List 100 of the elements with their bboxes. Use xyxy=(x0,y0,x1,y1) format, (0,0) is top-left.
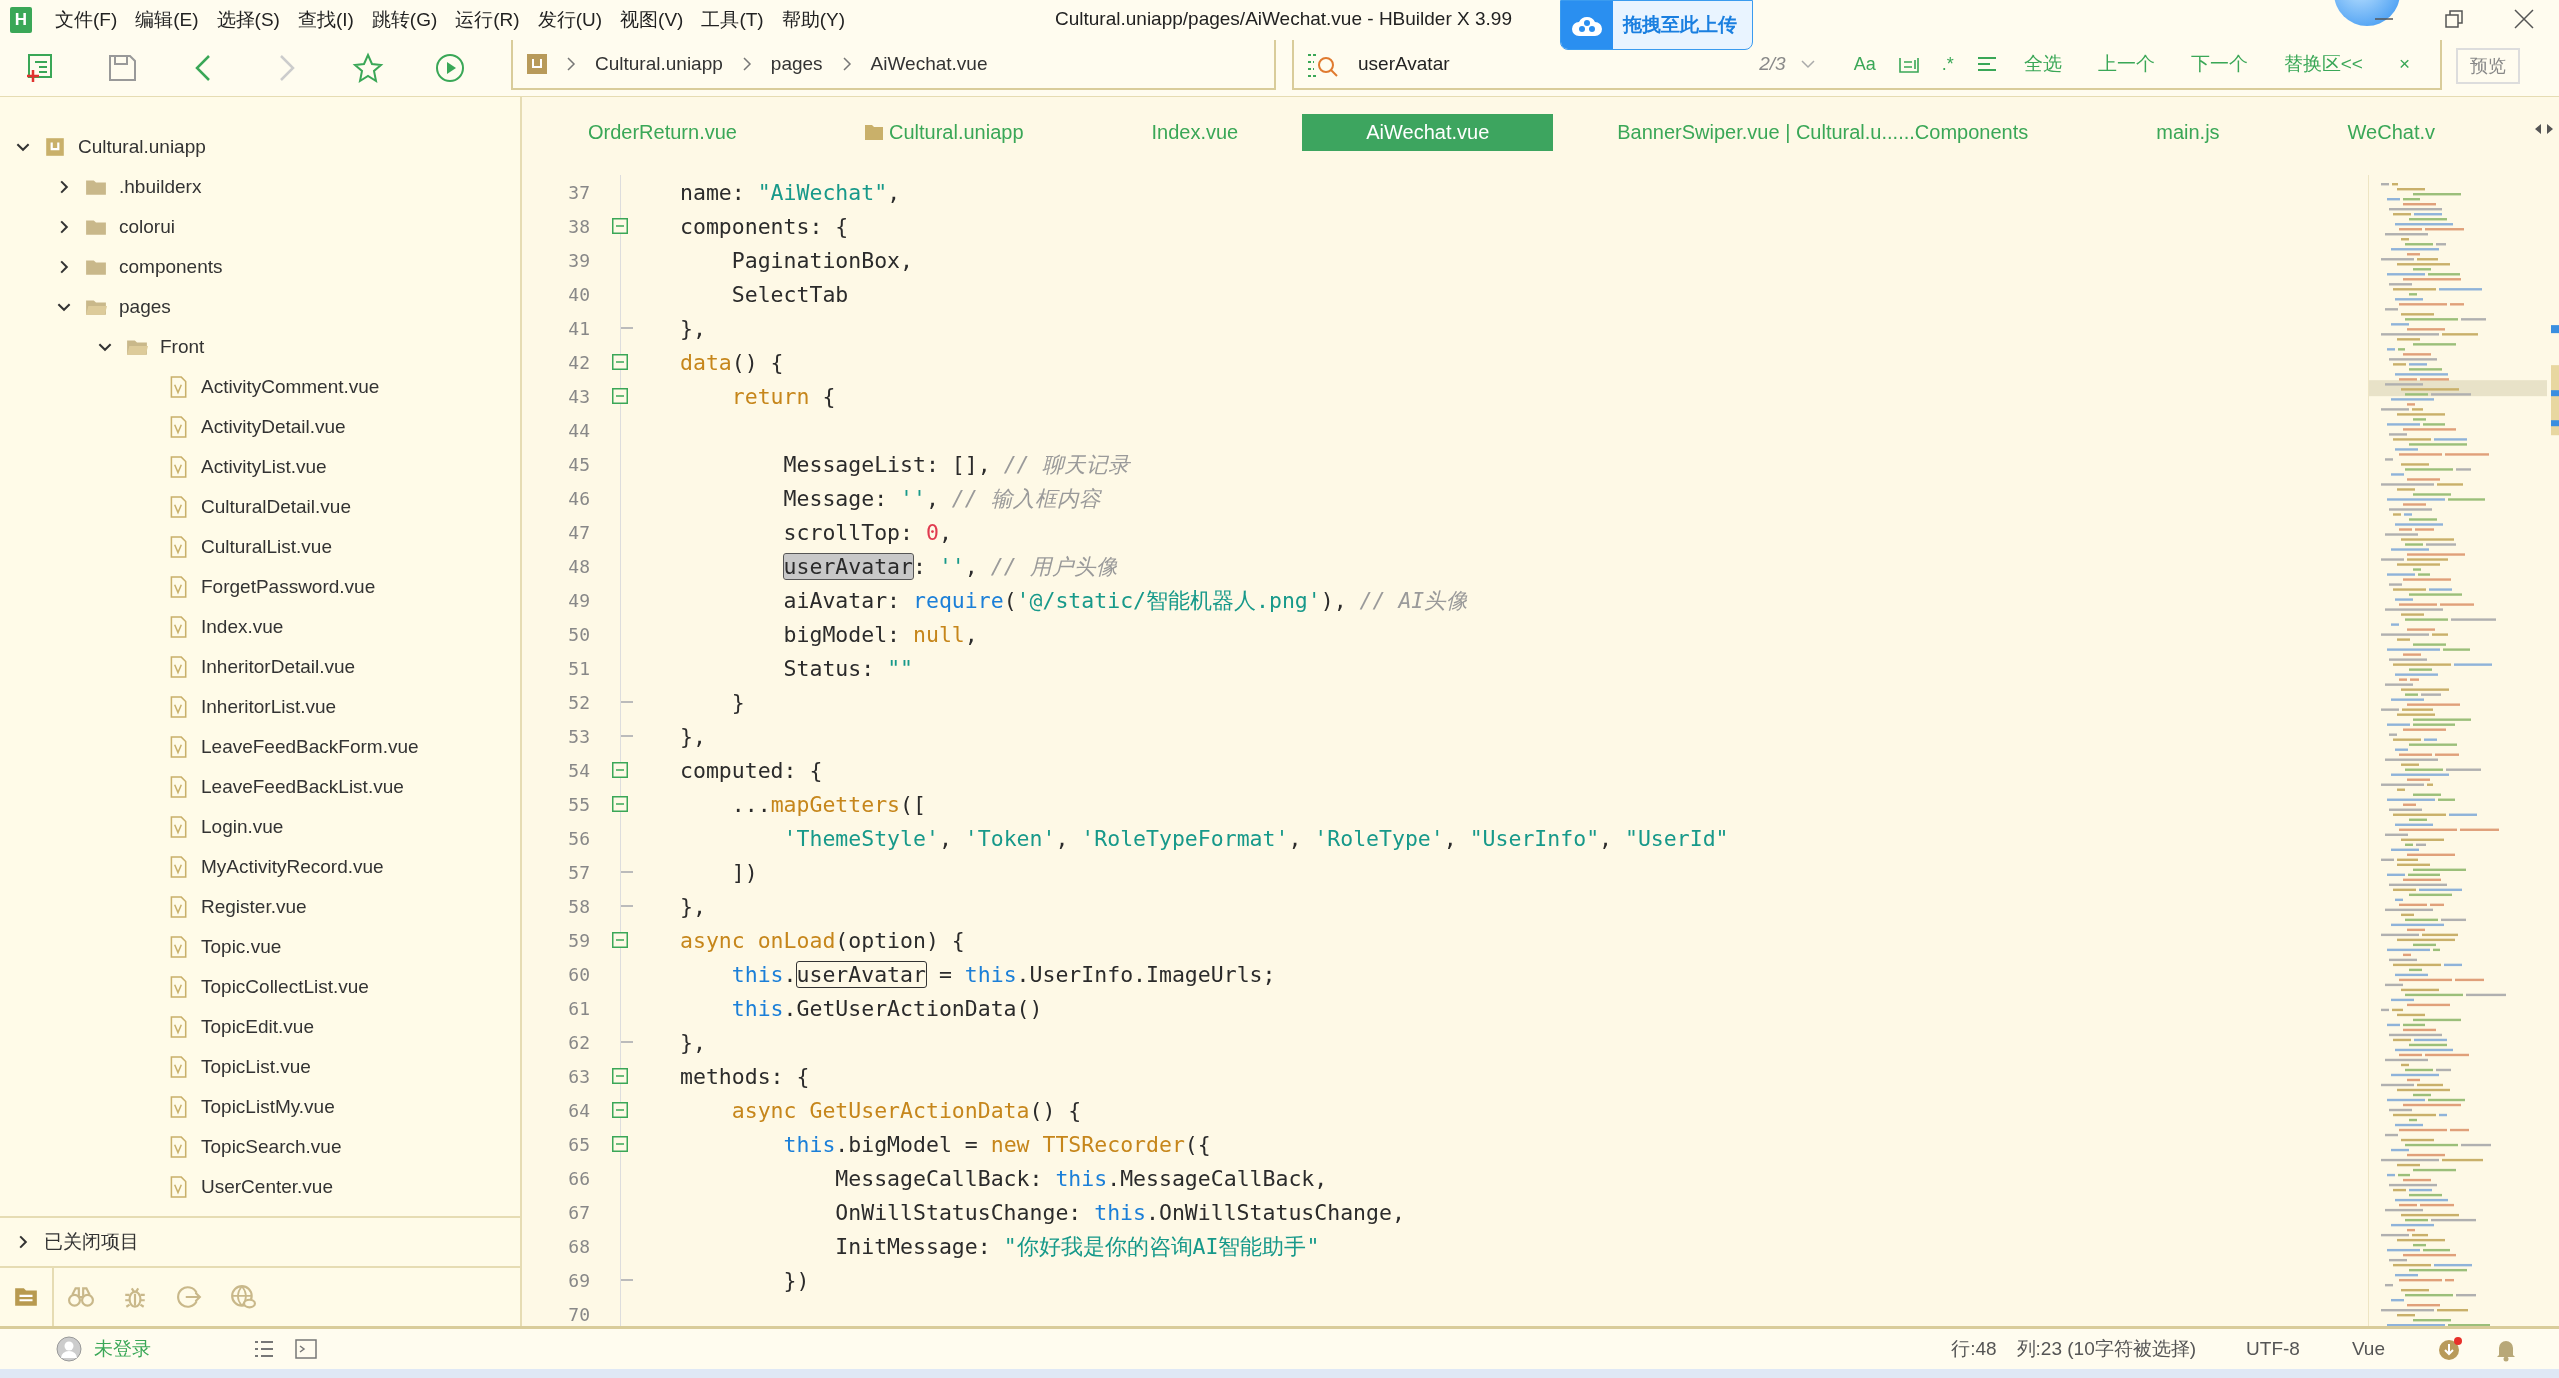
download-icon[interactable] xyxy=(2437,1336,2463,1362)
upload-button[interactable]: 拖拽至此上传 xyxy=(1560,0,1753,50)
tree-item-label[interactable]: TopicListMy.vue xyxy=(201,1096,335,1118)
tree-item-label[interactable]: components xyxy=(119,256,223,278)
line-number: 69 xyxy=(567,1269,590,1291)
fold-end-mark xyxy=(621,1279,633,1281)
tree-item-label[interactable]: Front xyxy=(160,336,205,358)
tree-item-label[interactable]: TopicEdit.vue xyxy=(201,1016,314,1038)
code-line: async GetUserActionData() { xyxy=(730,1097,1082,1123)
preview-button[interactable]: 预览 xyxy=(2456,48,2520,84)
tree-item-label[interactable]: CulturalDetail.vue xyxy=(201,496,351,518)
lines-icon[interactable] xyxy=(1975,55,1998,73)
line-number: 64 xyxy=(567,1099,590,1121)
fold-end-mark xyxy=(621,327,633,329)
tree-item-label[interactable]: Login.vue xyxy=(201,816,284,838)
code-line: }) xyxy=(782,1267,810,1293)
tree-item-label[interactable]: TopicCollectList.vue xyxy=(201,976,369,998)
tree-item-label[interactable]: Register.vue xyxy=(201,896,307,918)
line-number: 58 xyxy=(567,895,590,917)
tree-item-label[interactable]: UserCenter.vue xyxy=(201,1176,333,1198)
search-field[interactable]: userAvatar xyxy=(1358,53,1760,75)
folder-icon xyxy=(864,124,883,140)
cursor-column: 列:23 (10字符被选择) xyxy=(2016,1336,2197,1362)
tree-item-label[interactable]: .hbuilderx xyxy=(119,176,202,198)
code-line: aiAvatar: require('@/static/智能机器人.png'), // AI头像 xyxy=(782,586,1469,615)
line-number: 55 xyxy=(567,793,590,815)
tree-item-label[interactable]: InheritorDetail.vue xyxy=(201,656,356,678)
match-count: 2/3 xyxy=(1759,53,1786,75)
fold-end-mark xyxy=(621,1041,633,1043)
fold-icon[interactable] xyxy=(612,218,628,234)
fold-icon[interactable] xyxy=(612,1068,628,1084)
menu-item[interactable]: 视图(V) xyxy=(611,3,693,37)
tree-item-label[interactable]: ActivityDetail.vue xyxy=(201,416,346,438)
breadcrumb-item[interactable]: AiWechat.vue xyxy=(870,53,988,75)
line-number: 40 xyxy=(567,283,590,305)
run-icon[interactable] xyxy=(434,52,466,84)
line-number: 44 xyxy=(567,419,590,441)
menu-item[interactable]: 发行(U) xyxy=(528,3,612,37)
menu-item[interactable]: 文件(F) xyxy=(46,3,127,37)
user-icon[interactable] xyxy=(56,1336,82,1362)
tree-item-label[interactable]: InheritorList.vue xyxy=(201,696,337,718)
fold-icon[interactable] xyxy=(612,1136,628,1152)
code-line: data() { xyxy=(680,349,784,375)
closed-projects-label[interactable]: 已关闭项目 xyxy=(44,1229,139,1255)
tree-item-label[interactable]: MyActivityRecord.vue xyxy=(201,856,384,878)
minimap-drawing[interactable] xyxy=(2368,175,2559,1326)
language-label[interactable]: Vue xyxy=(2351,1338,2385,1360)
tree-item-label[interactable]: CulturalList.vue xyxy=(201,536,332,558)
tree-item-label[interactable]: ForgetPassword.vue xyxy=(201,576,376,598)
code-line: PaginationBox, xyxy=(730,247,913,273)
tree-item-label[interactable]: ActivityComment.vue xyxy=(201,376,380,398)
fold-icon[interactable] xyxy=(612,388,628,404)
code-line: computed: { xyxy=(680,757,823,783)
fold-icon[interactable] xyxy=(612,762,628,778)
tree-item-label[interactable]: Index.vue xyxy=(201,616,284,638)
chevron-right-icon xyxy=(740,56,753,72)
fold-icon[interactable] xyxy=(612,796,628,812)
line-number: 70 xyxy=(567,1303,590,1325)
breadcrumb-item[interactable]: Cultural.uniapp xyxy=(595,53,723,75)
globe-icon xyxy=(230,1284,256,1310)
menu-item[interactable]: 工具(T) xyxy=(692,3,773,37)
menu-item[interactable]: 运行(R) xyxy=(446,3,529,37)
fold-icon[interactable] xyxy=(612,932,628,948)
code-line: bigModel: null, xyxy=(782,621,978,647)
tab-scroll-icon[interactable] xyxy=(2533,121,2555,137)
code-line: }, xyxy=(680,723,706,749)
line-number: 43 xyxy=(567,385,590,407)
terminal-icon[interactable] xyxy=(293,1336,319,1362)
code-line: }, xyxy=(680,893,706,919)
line-number: 37 xyxy=(567,181,590,203)
code-line: async onLoad(option) { xyxy=(680,927,965,953)
app-logo: H xyxy=(10,7,32,33)
tree-item-label[interactable]: pages xyxy=(119,296,171,318)
menu-item[interactable]: 查找(I) xyxy=(288,3,363,37)
tree-item-label[interactable]: TopicSearch.vue xyxy=(201,1136,342,1158)
breadcrumb-item[interactable]: pages xyxy=(770,53,823,75)
tree-item-label[interactable]: Cultural.uniapp xyxy=(78,136,206,158)
fold-icon[interactable] xyxy=(612,354,628,370)
tree-item-label[interactable]: Topic.vue xyxy=(201,936,282,958)
code-line: MessageCallBack: this.MessageCallBack, xyxy=(834,1165,1328,1191)
tree-item-label[interactable]: colorui xyxy=(119,216,175,238)
code-line: name: "AiWechat", xyxy=(680,179,901,205)
line-number: 67 xyxy=(567,1201,590,1223)
caret-icon[interactable] xyxy=(1799,58,1816,70)
fold-icon[interactable] xyxy=(612,1102,628,1118)
star-icon[interactable] xyxy=(352,52,384,84)
tree-item-label[interactable]: ActivityList.vue xyxy=(201,456,327,478)
code-line: Message: '', // 输入框内容 xyxy=(782,484,1101,513)
menu-item[interactable]: 选择(S) xyxy=(207,3,289,37)
menu-item[interactable]: 帮助(Y) xyxy=(772,3,854,37)
tree-item-label[interactable]: LeaveFeedBackList.vue xyxy=(201,776,404,798)
encoding-label[interactable]: UTF-8 xyxy=(2246,1338,2300,1360)
save-icon[interactable] xyxy=(106,52,138,84)
menu-item[interactable]: 编辑(E) xyxy=(126,3,208,37)
menu-item[interactable]: 跳转(G) xyxy=(362,3,447,37)
tree-item-label[interactable]: LeaveFeedBackForm.vue xyxy=(201,736,419,758)
tree-item-label[interactable]: TopicList.vue xyxy=(201,1056,311,1078)
code-line: InitMessage: "你好我是你的咨询AI智能助手" xyxy=(834,1232,1320,1261)
code-line: Status: "" xyxy=(782,655,913,681)
code-line: }, xyxy=(680,1029,706,1055)
